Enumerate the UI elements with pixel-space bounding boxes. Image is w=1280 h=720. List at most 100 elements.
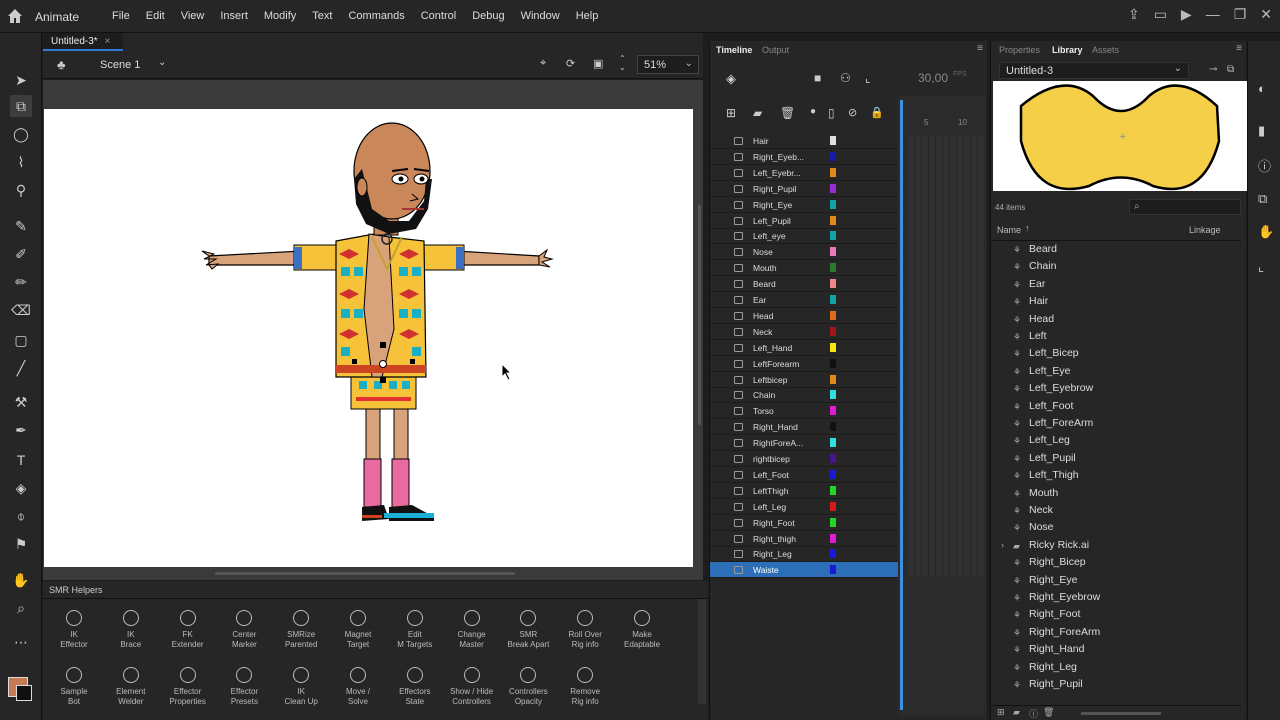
layer-row[interactable]: Right_Eyeb...: [710, 149, 900, 165]
layer-row[interactable]: Nose: [710, 244, 900, 261]
eraser-tool-icon[interactable]: ⌫: [10, 299, 32, 321]
text-tool-icon[interactable]: T: [10, 449, 32, 471]
highlight-icon[interactable]: ●: [810, 106, 816, 117]
fill-color-swatch[interactable]: [16, 685, 32, 701]
delete-icon[interactable]: 🗑: [1043, 707, 1054, 718]
align-panel-icon[interactable]: ▮: [1258, 123, 1265, 139]
playhead[interactable]: [900, 100, 903, 710]
tab-assets[interactable]: Assets: [1092, 45, 1119, 55]
camera-icon[interactable]: ■: [814, 71, 821, 85]
layer-outline-color[interactable]: [830, 326, 836, 336]
layer-row[interactable]: Hair: [710, 133, 900, 149]
layer-outline-color[interactable]: [830, 295, 836, 304]
library-item[interactable]: ⚘ Left_Eye: [1013, 365, 1070, 382]
library-item[interactable]: ⚘ Right_Leg: [1013, 661, 1077, 678]
new-folder-icon[interactable]: ▰: [1013, 707, 1020, 718]
menu-item-help[interactable]: Help: [568, 9, 607, 23]
asset-warp-tool-icon[interactable]: ⚒: [10, 391, 32, 413]
smr-button[interactable]: FK Extender: [160, 610, 216, 650]
layer-outline-color[interactable]: [830, 183, 836, 193]
tab-library[interactable]: Library: [1052, 45, 1083, 55]
menu-item-view[interactable]: View: [173, 9, 213, 23]
layer-row[interactable]: Right_Pupil: [710, 181, 900, 197]
snap-icon[interactable]: ⌖: [540, 57, 546, 70]
lock-all-icon[interactable]: 🔒: [870, 106, 884, 119]
smr-button[interactable]: Effectors State: [387, 667, 443, 707]
library-item[interactable]: ⚘ Neck: [1013, 504, 1053, 521]
layer-outline-color[interactable]: [830, 310, 836, 320]
new-library-panel-icon[interactable]: ⧉: [1227, 64, 1234, 75]
layer-row[interactable]: Left_Leg: [710, 499, 900, 515]
layer-row[interactable]: Leftbicep: [710, 372, 900, 388]
layer-outline-color[interactable]: [830, 358, 836, 368]
library-item[interactable]: ⚘ Left: [1013, 330, 1047, 347]
zoom-field[interactable]: 51% ⌄: [637, 55, 699, 74]
library-item[interactable]: ⚘ Left_Pupil: [1013, 452, 1076, 469]
frame-cells[interactable]: [908, 136, 984, 576]
tab-output[interactable]: Output: [762, 45, 789, 55]
hand-tool-icon[interactable]: ✋: [10, 569, 32, 591]
layer-row[interactable]: Chain: [710, 387, 900, 404]
stage-horizontal-scrollbar[interactable]: [215, 572, 515, 575]
layer-outline-color[interactable]: [830, 279, 836, 289]
brush-tool-icon[interactable]: ✐: [10, 243, 32, 265]
layer-outline-color[interactable]: [830, 517, 836, 527]
library-item[interactable]: ⚘ Left_Bicep: [1013, 347, 1079, 364]
smr-scrollbar[interactable]: [698, 599, 706, 704]
layer-outline-color[interactable]: [830, 151, 836, 161]
layer-row[interactable]: Right_Foot: [710, 515, 900, 531]
layer-row[interactable]: Left_Eyebr...: [710, 165, 900, 181]
layer-row[interactable]: Neck: [710, 324, 900, 340]
menu-item-file[interactable]: File: [104, 9, 138, 23]
layer-outline-color[interactable]: [830, 167, 836, 177]
pin-tool-icon[interactable]: ⚑: [10, 533, 32, 555]
layers-icon[interactable]: ◈: [726, 71, 736, 87]
paint-bucket-tool-icon[interactable]: ◈: [10, 477, 32, 499]
hide-all-icon[interactable]: ⊘: [848, 106, 857, 119]
layer-parenting-icon[interactable]: ⚇: [840, 71, 851, 85]
library-document-select[interactable]: Untitled-3 ⌄: [999, 62, 1189, 79]
layer-row[interactable]: Left_Foot: [710, 467, 900, 483]
library-item[interactable]: ⚘ Left_ForeArm: [1013, 417, 1093, 434]
new-symbol-icon[interactable]: ⊞: [997, 707, 1005, 718]
smr-button[interactable]: Remove Rig info: [557, 667, 613, 707]
library-item[interactable]: ⚘ Head: [1013, 313, 1054, 330]
delete-layer-icon[interactable]: 🗑: [780, 106, 795, 120]
sort-icon[interactable]: ↑: [1025, 223, 1030, 233]
layer-row[interactable]: Left_Hand: [710, 340, 900, 356]
subselection-tool-icon[interactable]: ⌇: [10, 151, 32, 173]
library-item[interactable]: ⚘ Mouth: [1013, 487, 1058, 504]
layer-outline-color[interactable]: [830, 231, 836, 241]
smr-button[interactable]: Move / Solve: [330, 667, 386, 707]
layer-outline-color[interactable]: [830, 533, 836, 543]
zoom-stepper-icon[interactable]: ⌃ ⌄: [619, 54, 626, 72]
document-tab[interactable]: Untitled-3* ×: [43, 33, 123, 51]
outline-icon[interactable]: ▯: [828, 106, 835, 120]
selection-tool-icon[interactable]: ➤: [10, 69, 32, 91]
paint-brush-tool-icon[interactable]: ✏: [10, 271, 32, 293]
smr-button[interactable]: Center Marker: [216, 610, 272, 650]
pencil-tool-icon[interactable]: ✎: [10, 215, 32, 237]
library-item[interactable]: ⚘ Right_Foot: [1013, 608, 1080, 625]
layer-row[interactable]: Torso: [710, 403, 900, 420]
info-panel-icon[interactable]: ⓘ: [1258, 156, 1271, 175]
column-linkage[interactable]: Linkage: [1189, 225, 1221, 235]
smr-button[interactable]: Element Welder: [103, 667, 159, 707]
more-tools-icon[interactable]: ⋯: [10, 631, 32, 653]
new-folder-icon[interactable]: ▰: [753, 106, 762, 120]
smr-button[interactable]: Controllers Opacity: [500, 667, 556, 707]
layer-outline-color[interactable]: [830, 549, 836, 559]
library-item[interactable]: ⚘ Hair: [1013, 295, 1048, 312]
layer-row[interactable]: LeftForearm: [710, 356, 900, 372]
menu-item-debug[interactable]: Debug: [464, 9, 512, 23]
smr-button[interactable]: Make Edaptable: [614, 610, 670, 650]
library-item[interactable]: ⚘ Left_Leg: [1013, 434, 1070, 451]
tab-timeline[interactable]: Timeline: [716, 45, 752, 55]
library-item[interactable]: ⚘ Right_Bicep: [1013, 556, 1086, 573]
fps-value[interactable]: 30,00: [918, 71, 948, 85]
layer-row[interactable]: Ear: [710, 292, 900, 308]
menu-item-control[interactable]: Control: [413, 9, 464, 23]
layer-outline-color[interactable]: [830, 199, 836, 209]
share-icon[interactable]: ⇪: [1128, 6, 1140, 23]
character-artwork[interactable]: [44, 109, 693, 567]
